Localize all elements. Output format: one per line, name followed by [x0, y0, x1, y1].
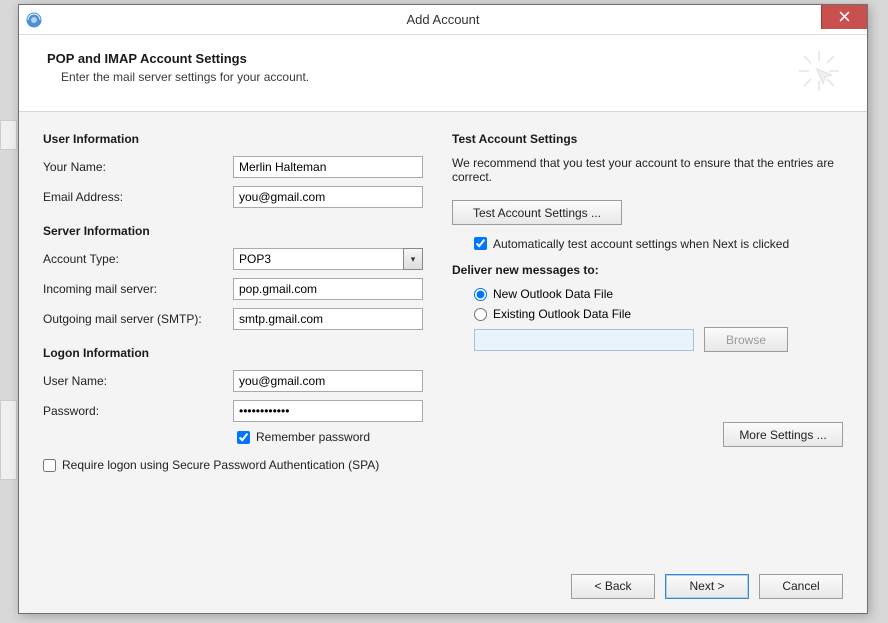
add-account-dialog: Add Account POP and IMAP Account Setting… — [18, 4, 868, 614]
close-button[interactable] — [821, 5, 867, 29]
right-column: Test Account Settings We recommend that … — [452, 130, 843, 549]
auto-test-label: Automatically test account settings when… — [493, 237, 789, 251]
existing-data-file-label: Existing Outlook Data File — [493, 307, 631, 321]
auto-test-checkbox[interactable] — [474, 237, 487, 250]
cancel-button[interactable]: Cancel — [759, 574, 843, 599]
logon-info-title: Logon Information — [43, 346, 434, 360]
back-button[interactable]: < Back — [571, 574, 655, 599]
left-column: User Information Your Name: Email Addres… — [43, 130, 434, 549]
header-subtitle: Enter the mail server settings for your … — [61, 70, 309, 84]
header-pane: POP and IMAP Account Settings Enter the … — [19, 35, 867, 112]
account-type-select[interactable]: POP3 ▾ — [233, 248, 423, 270]
test-settings-title: Test Account Settings — [452, 132, 843, 146]
email-input[interactable] — [233, 186, 423, 208]
remember-password-label: Remember password — [256, 430, 370, 444]
titlebar: Add Account — [19, 5, 867, 35]
test-settings-desc: We recommend that you test your account … — [452, 156, 843, 184]
outgoing-label: Outgoing mail server (SMTP): — [43, 312, 233, 326]
spa-checkbox[interactable] — [43, 459, 56, 472]
account-type-label: Account Type: — [43, 252, 233, 266]
new-data-file-radio[interactable] — [474, 288, 487, 301]
header-title: POP and IMAP Account Settings — [47, 51, 309, 66]
password-input[interactable] — [233, 400, 423, 422]
cursor-star-icon — [795, 47, 843, 95]
content-area: User Information Your Name: Email Addres… — [19, 112, 867, 559]
new-data-file-label: New Outlook Data File — [493, 287, 613, 301]
next-button[interactable]: Next > — [665, 574, 749, 599]
data-file-path-input — [474, 329, 694, 351]
more-settings-button[interactable]: More Settings ... — [723, 422, 843, 447]
user-name-input[interactable] — [233, 370, 423, 392]
test-account-button[interactable]: Test Account Settings ... — [452, 200, 622, 225]
browse-button[interactable]: Browse — [704, 327, 788, 352]
window-title: Add Account — [19, 12, 867, 27]
server-info-title: Server Information — [43, 224, 434, 238]
remember-password-checkbox[interactable] — [237, 431, 250, 444]
your-name-input[interactable] — [233, 156, 423, 178]
incoming-server-input[interactable] — [233, 278, 423, 300]
your-name-label: Your Name: — [43, 160, 233, 174]
chevron-down-icon[interactable]: ▾ — [403, 248, 423, 270]
password-label: Password: — [43, 404, 233, 418]
app-icon — [25, 11, 43, 29]
email-label: Email Address: — [43, 190, 233, 204]
footer: < Back Next > Cancel — [19, 559, 867, 613]
user-name-label: User Name: — [43, 374, 233, 388]
outgoing-server-input[interactable] — [233, 308, 423, 330]
existing-data-file-radio[interactable] — [474, 308, 487, 321]
account-type-value: POP3 — [233, 248, 403, 270]
user-info-title: User Information — [43, 132, 434, 146]
incoming-label: Incoming mail server: — [43, 282, 233, 296]
deliver-title: Deliver new messages to: — [452, 263, 843, 277]
spa-label: Require logon using Secure Password Auth… — [62, 458, 379, 472]
